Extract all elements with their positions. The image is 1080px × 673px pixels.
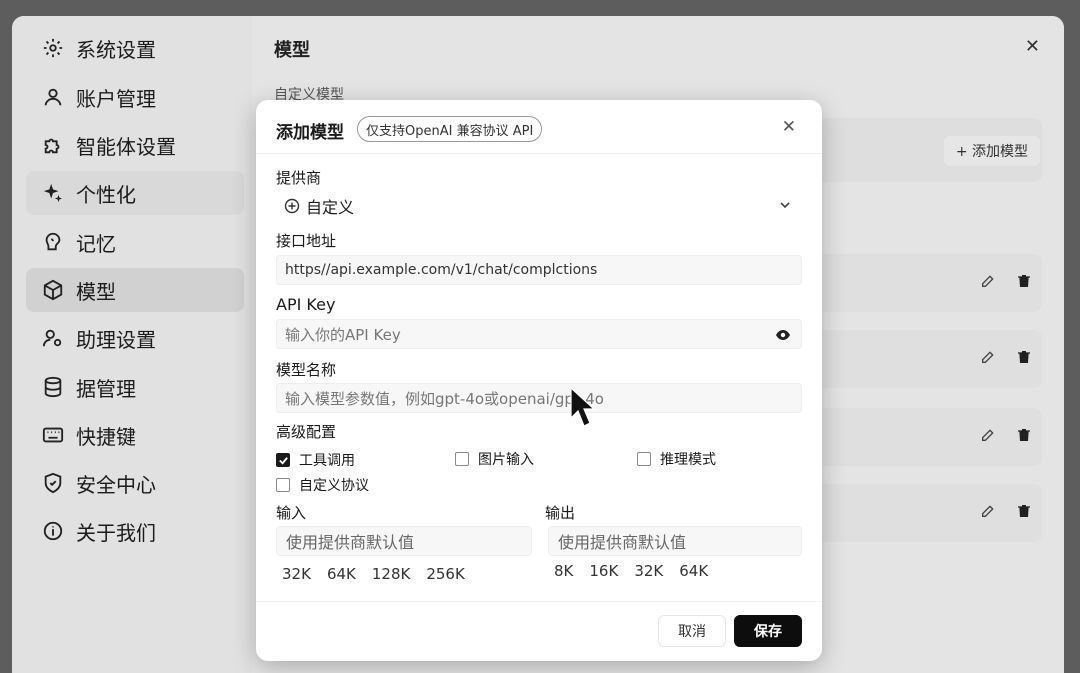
custom-protocol-checkbox[interactable]: 自定义协议 [276,475,369,495]
add-model-dialog: 添加模型 仅支持OpenAI 兼容协议 API ✕ 提供商 自定义 接口地址 h… [256,100,822,661]
provider-value: 自定义 [306,198,355,217]
checkbox-label: 自定义协议 [299,478,369,494]
model-name-input[interactable]: 输入模型参数值，例如gpt-4o或openai/gpt-4o [276,383,802,413]
output-context-field[interactable]: 使用提供商默认值 [548,526,802,556]
endpoint-value: https//api.example.com/v1/chat/complctio… [285,262,598,278]
preset-chip[interactable]: 16K [589,562,618,580]
input-context-placeholder: 使用提供商默认值 [286,533,415,552]
cancel-button[interactable]: 取消 [658,615,726,647]
advanced-label: 高级配置 [276,423,337,441]
compat-badge: 仅支持OpenAI 兼容协议 API [357,116,543,142]
model-name-label: 模型名称 [276,361,337,379]
model-name-placeholder: 输入模型参数值，例如gpt-4o或openai/gpt-4o [285,389,604,408]
preset-chip[interactable]: 32K [282,565,311,583]
output-context-label: 输出 [545,504,576,522]
plus-circle-icon [284,198,300,214]
preset-chip[interactable]: 256K [426,565,464,583]
preset-chip[interactable]: 128K [372,565,410,583]
dialog-footer: 取消 保存 [256,601,822,661]
api-key-input[interactable]: 输入你的API Key [276,319,802,349]
api-key-placeholder: 输入你的API Key [285,325,401,344]
reasoning-mode-checkbox[interactable]: 推理模式 [637,449,716,469]
preset-chip[interactable]: 64K [327,565,356,583]
input-presets: 32K 64K 128K 256K [282,565,465,583]
dialog-title: 添加模型 [276,123,344,143]
preset-chip[interactable]: 32K [634,562,663,580]
chevron-down-icon [780,202,790,209]
preset-chip[interactable]: 64K [679,562,708,580]
mouse-cursor-icon [570,386,596,427]
endpoint-label: 接口地址 [276,232,337,250]
preset-chip[interactable]: 8K [554,562,573,580]
checkbox-unchecked [455,452,469,466]
api-key-label: API Key [276,295,336,314]
checkbox-unchecked [637,452,651,466]
provider-select[interactable]: 自定义 [276,191,802,221]
eye-icon[interactable] [775,328,791,342]
checkbox-checked [276,453,290,467]
checkbox-label: 推理模式 [660,452,716,468]
output-context-placeholder: 使用提供商默认值 [558,533,687,552]
endpoint-input[interactable]: https//api.example.com/v1/chat/complctio… [276,255,802,285]
output-presets: 8K 16K 32K 64K [554,562,708,580]
tool-call-checkbox[interactable]: 工具调用 [276,450,355,470]
input-context-label: 输入 [276,504,307,522]
checkbox-label: 工具调用 [299,453,355,469]
dialog-header: 添加模型 仅支持OpenAI 兼容协议 API ✕ [256,100,822,154]
image-input-checkbox[interactable]: 图片输入 [455,449,534,469]
close-icon[interactable]: ✕ [782,117,796,137]
save-button[interactable]: 保存 [734,615,802,647]
checkbox-label: 图片输入 [478,452,534,468]
input-context-field[interactable]: 使用提供商默认值 [276,526,532,556]
checkbox-unchecked [276,478,290,492]
provider-label: 提供商 [276,169,322,187]
